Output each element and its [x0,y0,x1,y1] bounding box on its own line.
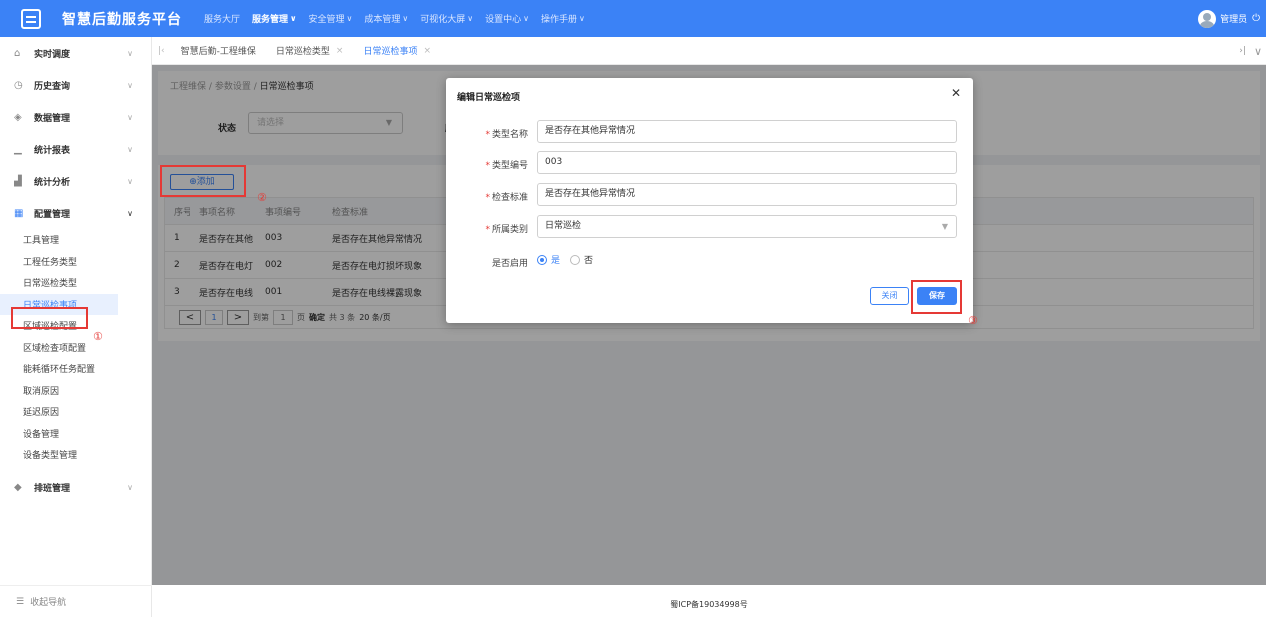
sidebar-item-data-management[interactable]: ◈ 数据管理 ∨ [0,101,151,133]
submenu-device-management[interactable]: 设备管理 [0,423,151,445]
user-name: 管理员 [1220,15,1248,25]
config-submenu: 工具管理 工程任务类型 日常巡检类型 日常巡检事项 区域巡检配置 区域检查项配置… [0,229,151,466]
sidebar-item-history[interactable]: ◷ 历史查询 ∨ [0,69,151,101]
enabled-row: 是否启用 是 否 [446,249,973,273]
chevron-down-icon: ∨ [127,176,133,186]
nav-settings-center[interactable]: 设置中心 ∨ [485,0,529,37]
tab-daily-inspection-item[interactable]: 日常巡检事项 × [353,37,441,65]
chevron-down-icon: ∨ [127,48,133,58]
tabs-scroll-right-icon[interactable]: ›| [1239,46,1246,56]
close-icon[interactable]: × [336,46,344,56]
tab-engineering-maintenance[interactable]: 智慧后勤-工程维保 [171,37,266,65]
submenu-area-check-item-config[interactable]: 区域检查项配置 [0,337,151,359]
data-icon: ◈ [14,111,22,123]
chevron-down-icon: ∨ [346,14,353,23]
app-title: 智慧后勤服务平台 [62,11,182,28]
submenu-engineering-task-type[interactable]: 工程任务类型 [0,251,151,273]
annotation-box-2 [160,165,246,197]
annotation-number-3: ③ [968,314,978,327]
caret-down-icon: ▼ [941,222,948,231]
nav-service-management[interactable]: 服务管理 ∨ [252,0,297,37]
sidebar-item-realtime-dispatch[interactable]: ⌂ 实时调度 ∨ [0,37,151,69]
type-name-input[interactable]: 是否存在其他异常情况 [537,120,957,143]
enabled-label: 是否启用 [491,259,528,269]
chevron-down-icon: ∨ [290,14,297,23]
tabs-right-controls: ›| ∨ [1239,37,1262,65]
submenu-delay-reason[interactable]: 延迟原因 [0,401,151,423]
power-icon[interactable]: ⏻ [1252,13,1260,24]
dialog-title: 编辑日常巡检项 [457,93,521,103]
type-name-row: * 类型名称 是否存在其他异常情况 [446,120,973,144]
nav-cost-management[interactable]: 成本管理 ∨ [364,0,408,37]
type-code-input[interactable]: 003 [537,151,957,174]
check-standard-input[interactable]: 是否存在其他异常情况 [537,183,957,206]
submenu-energy-cycle-task[interactable]: 能耗循环任务配置 [0,358,151,380]
close-button[interactable]: 关闭 [870,287,909,305]
category-row: * 所属类别 日常巡检 ▼ [446,215,973,239]
edit-dialog: 编辑日常巡检项 ✕ * 类型名称 是否存在其他异常情况 * 类型编号 003 * 检查… [446,78,973,323]
category-label: * 所属类别 [485,225,528,235]
tab-daily-inspection-type[interactable]: 日常巡检类型 × [266,37,354,65]
top-nav: 服务大厅 服务管理 ∨ 安全管理 ∨ 成本管理 ∨ 可视化大屏 ∨ 设置中心 ∨ 操作手册… [198,0,591,37]
nav-visual-screen[interactable]: 可视化大屏 ∨ [420,0,473,37]
sidebar-item-scheduling[interactable]: ◆ 排班管理 ∨ [0,472,151,504]
check-standard-row: * 检查标准 是否存在其他异常情况 [446,183,973,207]
config-icon: ▦ [14,207,24,219]
top-bar: 智慧后勤服务平台 服务大厅 服务管理 ∨ 安全管理 ∨ 成本管理 ∨ 可视化大屏 ∨ 设… [0,0,1266,37]
nav-manual[interactable]: 操作手册 ∨ [541,0,585,37]
annotation-number-2: ② [257,191,267,204]
tabs-bar: |‹ 智慧后勤-工程维保 日常巡检类型 × 日常巡检事项 × ›| ∨ [152,37,1266,65]
radio-yes-label[interactable]: 是 [551,253,560,266]
chevron-down-icon: ∨ [579,14,585,23]
close-icon[interactable]: ✕ [951,86,961,100]
tabs-scroll-left-icon[interactable]: |‹ [152,46,171,56]
chevron-down-icon: ∨ [127,208,133,218]
submenu-cancel-reason[interactable]: 取消原因 [0,380,151,402]
radio-no-label[interactable]: 否 [584,253,593,266]
check-standard-label: * 检查标准 [485,193,528,203]
chevron-down-icon: ∨ [127,80,133,90]
type-name-label: * 类型名称 [485,130,528,140]
type-code-row: * 类型编号 003 [446,151,973,175]
menu-fold-icon: ☰ [16,596,25,607]
bell-icon: ◆ [14,482,22,493]
sidebar-item-analysis[interactable]: ▟ 统计分析 ∨ [0,165,151,197]
collapse-nav[interactable]: ☰ 收起导航 [0,585,152,617]
annotation-box-3 [911,280,962,314]
category-select[interactable]: 日常巡检 ▼ [537,215,957,238]
enabled-radio-group: 是 否 [537,253,593,266]
home-icon: ⌂ [14,47,21,59]
logo-icon [21,8,41,29]
annotation-number-1: ① [93,330,103,343]
chevron-down-icon: ∨ [127,144,133,154]
chevron-down-icon: ∨ [127,112,133,122]
submenu-daily-inspection-type[interactable]: 日常巡检类型 [0,272,151,294]
nav-service-hall[interactable]: 服务大厅 [204,0,240,37]
chart-icon: ▁ [14,143,22,155]
chevron-down-icon: ∨ [523,14,530,23]
submenu-tool-management[interactable]: 工具管理 [0,229,151,251]
radio-yes[interactable] [537,254,547,265]
history-icon: ◷ [14,79,23,91]
annotation-box-1 [11,307,88,329]
chevron-down-icon: ∨ [127,483,133,492]
sidebar-item-reports[interactable]: ▁ 统计报表 ∨ [0,133,151,165]
radio-no[interactable] [570,254,581,265]
user-menu[interactable]: 管理员 ⏻ [1198,0,1260,37]
close-icon[interactable]: × [423,46,431,56]
chevron-down-icon: ∨ [402,14,409,23]
footer: 蜀ICP备19034998号 [152,585,1266,617]
submenu-device-type-management[interactable]: 设备类型管理 [0,444,151,466]
nav-safety-management[interactable]: 安全管理 ∨ [309,0,353,37]
sidebar-item-config[interactable]: ▦ 配置管理 ∨ [0,197,151,229]
analysis-icon: ▟ [14,175,22,187]
avatar [1198,9,1217,28]
type-code-label: * 类型编号 [485,161,528,171]
chevron-down-icon: ∨ [467,14,474,23]
chevron-down-icon[interactable]: ∨ [1254,45,1262,58]
